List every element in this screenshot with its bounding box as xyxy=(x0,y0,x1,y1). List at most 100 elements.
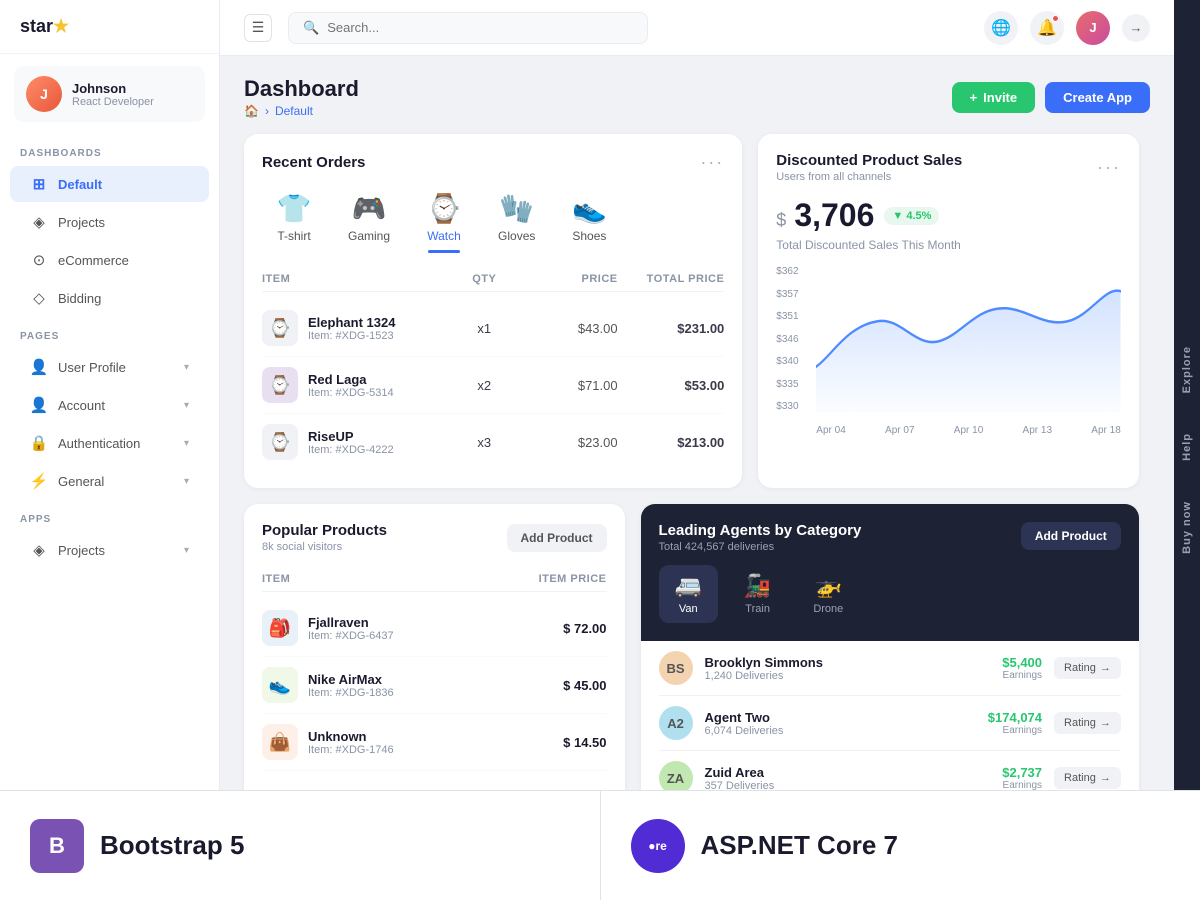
sidebar-item-authentication[interactable]: 🔒 Authentication ▾ xyxy=(10,425,209,461)
agents-title-group: Leading Agents by Category Total 424,567… xyxy=(659,522,862,553)
item-icon: 👟 xyxy=(262,667,298,703)
item-id: Item: #XDG-5314 xyxy=(308,387,394,399)
search-icon: 🔍 xyxy=(303,20,319,36)
cat-tab-train[interactable]: 🚂 Train xyxy=(728,565,787,623)
discounted-sales-header: Discounted Product Sales Users from all … xyxy=(776,152,1121,183)
discounted-title-group: Discounted Product Sales Users from all … xyxy=(776,152,962,183)
sidebar-item-projects-app[interactable]: ◈ Projects ▾ xyxy=(10,532,209,568)
cat-tab-label: Drone xyxy=(813,603,843,615)
chevron-down-icon: ▾ xyxy=(184,545,189,556)
bootstrap-title: Bootstrap 5 xyxy=(100,830,244,861)
rating-button[interactable]: Rating → xyxy=(1054,657,1121,679)
products-table-header: ITEM ITEM PRICE xyxy=(262,567,607,592)
projects-icon: ◈ xyxy=(30,213,48,231)
sidebar-item-label: Projects xyxy=(58,215,105,230)
agent-info: Agent Two 6,074 Deliveries xyxy=(705,710,784,737)
topbar-arrow-button[interactable]: → xyxy=(1122,14,1150,42)
popular-title-group: Popular Products 8k social visitors xyxy=(262,522,387,553)
x-label: Apr 04 xyxy=(816,425,845,436)
user-role: React Developer xyxy=(72,96,154,108)
sidebar-item-ecommerce[interactable]: ⊙ eCommerce xyxy=(10,242,209,278)
agent-deliveries: 6,074 Deliveries xyxy=(705,725,784,737)
x-label: Apr 13 xyxy=(1023,425,1052,436)
aspnet-title: ASP.NET Core 7 xyxy=(701,830,898,861)
sidebar-item-user-profile[interactable]: 👤 User Profile ▾ xyxy=(10,349,209,385)
sidebar-item-label: General xyxy=(58,474,104,489)
notification-icon-button[interactable]: 🔔 xyxy=(1030,11,1064,45)
explore-label[interactable]: Explore xyxy=(1181,346,1193,393)
collapse-sidebar-button[interactable]: ☰ xyxy=(244,14,272,42)
gaming-icon: 🎮 xyxy=(352,195,387,223)
y-label: $357 xyxy=(776,289,798,300)
help-label[interactable]: Help xyxy=(1181,433,1193,461)
van-icon: 🚐 xyxy=(675,573,702,599)
tab-gaming[interactable]: 🎮 Gaming xyxy=(334,187,404,251)
sales-value: 3,706 xyxy=(794,197,874,234)
rating-button[interactable]: Rating → xyxy=(1054,712,1121,734)
x-label: Apr 07 xyxy=(885,425,914,436)
add-product-agents-button[interactable]: Add Product xyxy=(1021,522,1121,550)
sidebar-item-account[interactable]: 👤 Account ▾ xyxy=(10,387,209,423)
user-avatar-button[interactable]: J xyxy=(1076,11,1110,45)
recent-orders-title: Recent Orders xyxy=(262,154,365,171)
tab-label: Gaming xyxy=(348,229,390,243)
more-options-button[interactable]: ··· xyxy=(1097,157,1121,178)
y-label: $330 xyxy=(776,401,798,412)
invite-button[interactable]: + Invite xyxy=(952,82,1036,113)
item-name: Elephant 1324 xyxy=(308,315,395,330)
user-name: Johnson xyxy=(72,81,154,96)
products-table: ITEM ITEM PRICE 🎒 Fjallraven Item: #XDG-… xyxy=(262,567,607,771)
breadcrumb-home-icon[interactable]: 🏠 xyxy=(244,104,259,118)
sidebar-item-general[interactable]: ⚡ General ▾ xyxy=(10,463,209,499)
buy-now-label[interactable]: Buy now xyxy=(1181,501,1193,554)
logo: star★ xyxy=(0,0,219,54)
tab-watch[interactable]: ⌚ Watch xyxy=(412,187,476,251)
more-options-button[interactable]: ··· xyxy=(700,152,724,173)
search-input[interactable] xyxy=(327,20,633,35)
create-app-button[interactable]: Create App xyxy=(1045,82,1150,113)
promo-overlay: B Bootstrap 5 ●re ASP.NET Core 7 xyxy=(0,790,1200,900)
table-row: 🎒 Fjallraven Item: #XDG-6437 $ 72.00 xyxy=(262,600,607,657)
ecommerce-icon: ⊙ xyxy=(30,251,48,269)
y-label: $351 xyxy=(776,311,798,322)
tab-label: Gloves xyxy=(498,229,535,243)
search-bar[interactable]: 🔍 xyxy=(288,12,648,44)
aspnet-promo[interactable]: ●re ASP.NET Core 7 xyxy=(600,790,1200,900)
cat-tab-drone[interactable]: 🚁 Drone xyxy=(797,565,859,623)
agent-stats: $174,074 Earnings Rating → xyxy=(972,710,1121,736)
agents-subtitle: Total 424,567 deliveries xyxy=(659,541,862,553)
rating-button[interactable]: Rating → xyxy=(1054,767,1121,789)
apps-projects-icon: ◈ xyxy=(30,541,48,559)
sidebar-item-projects[interactable]: ◈ Projects xyxy=(10,204,209,240)
breadcrumb: 🏠 › Default xyxy=(244,104,359,118)
agents-list: BS Brooklyn Simmons 1,240 Deliveries $5,… xyxy=(641,641,1139,805)
add-product-button[interactable]: Add Product xyxy=(507,524,607,552)
popular-products-subtitle: 8k social visitors xyxy=(262,541,387,553)
recent-orders-card: Recent Orders ··· 👕 T-shirt 🎮 Gaming xyxy=(244,134,742,488)
tab-shoes[interactable]: 👟 Shoes xyxy=(557,187,621,251)
item-details: Nike AirMax Item: #XDG-1836 xyxy=(308,672,394,699)
agent-earnings: $5,400 xyxy=(972,655,1042,670)
tab-gloves[interactable]: 🧤 Gloves xyxy=(484,187,549,251)
sidebar-item-bidding[interactable]: ◇ Bidding xyxy=(10,280,209,316)
agent-earnings: $2,737 xyxy=(972,765,1042,780)
sidebar-item-default[interactable]: ⊞ Default xyxy=(10,166,209,202)
drone-icon: 🚁 xyxy=(815,573,842,599)
plus-icon: + xyxy=(970,90,978,105)
item-icon: 👜 xyxy=(262,724,298,760)
recent-orders-title-group: Recent Orders xyxy=(262,154,365,171)
table-row: ⌚ Elephant 1324 Item: #XDG-1523 x1 $43.0… xyxy=(262,300,724,357)
globe-icon-button[interactable]: 🌐 xyxy=(984,11,1018,45)
orders-table-header: ITEM QTY PRICE TOTAL PRICE xyxy=(262,267,724,292)
tab-label: Watch xyxy=(427,229,461,243)
bootstrap-promo[interactable]: B Bootstrap 5 xyxy=(0,790,600,900)
recent-orders-header: Recent Orders ··· xyxy=(262,152,724,173)
sidebar-item-label: Projects xyxy=(58,543,105,558)
price-cell: $43.00 xyxy=(529,321,618,336)
tab-tshirt[interactable]: 👕 T-shirt xyxy=(262,187,326,251)
page-title: Dashboard xyxy=(244,76,359,102)
user-profile-card[interactable]: J Johnson React Developer xyxy=(14,66,205,122)
qty-cell: x3 xyxy=(440,435,529,450)
x-label: Apr 18 xyxy=(1091,425,1120,436)
cat-tab-van[interactable]: 🚐 Van xyxy=(659,565,718,623)
